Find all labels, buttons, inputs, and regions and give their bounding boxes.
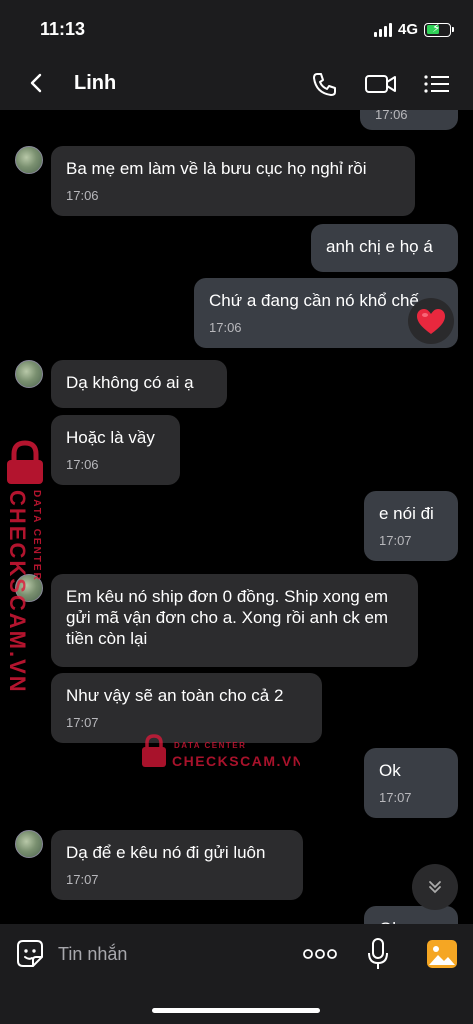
message-time: 17:07 [66, 872, 99, 887]
message-bubble-outgoing[interactable]: 17:06 [360, 110, 458, 130]
scroll-to-bottom-button[interactable] [412, 864, 458, 910]
heart-reaction-icon[interactable] [408, 298, 454, 344]
message-text: Ok [379, 761, 401, 780]
watermark-tagline: DATA CENTER [174, 741, 246, 750]
status-time: 11:13 [40, 19, 86, 39]
message-text: Em kêu nó ship đơn 0 đồng. Ship xong em … [66, 587, 389, 648]
watermark-brand: CHECKSCAM.VN [172, 753, 300, 769]
message-bubble-outgoing[interactable]: e nói đi 17:07 [364, 491, 458, 561]
battery-icon: ⚡ [424, 21, 454, 37]
network-type: 4G [397, 21, 418, 38]
watermark-tagline: DATA CENTER [31, 490, 42, 582]
avatar[interactable] [15, 830, 43, 858]
message-bubble-outgoing[interactable]: anh chị e họ á [311, 224, 458, 272]
message-bubble-incoming[interactable]: Hoặc là vầy 17:06 [51, 415, 180, 485]
image-icon[interactable] [426, 939, 458, 969]
status-bar: 11:13 4G ⚡ [0, 0, 473, 58]
microphone-icon[interactable] [366, 937, 390, 971]
message-bubble-incoming[interactable]: Ba mẹ em làm về là bưu cục họ nghỉ rồi 1… [51, 146, 415, 216]
phone-icon[interactable] [310, 70, 340, 98]
chevron-down-icon [429, 881, 441, 894]
sticker-icon[interactable] [14, 938, 46, 970]
message-text: Dạ không có ai ạ [66, 373, 194, 392]
message-time: 17:06 [66, 188, 99, 203]
back-icon[interactable] [26, 72, 48, 94]
menu-icon[interactable] [422, 70, 452, 98]
message-list[interactable]: 17:06 Ba mẹ em làm về là bưu cục họ nghỉ… [0, 110, 473, 924]
message-bubble-incoming[interactable]: Dạ không có ai ạ [51, 360, 227, 408]
chat-header: Linh [0, 58, 473, 110]
message-time: 17:07 [379, 790, 412, 805]
avatar[interactable] [15, 146, 43, 174]
message-bubble-incoming[interactable]: Dạ để e kêu nó đi gửi luôn 17:07 [51, 830, 303, 900]
composer-bar: Tin nhắn [0, 924, 473, 1024]
contact-name[interactable]: Linh [74, 72, 116, 95]
message-bubble-outgoing[interactable]: Ok [364, 906, 458, 924]
message-text: anh chị e họ á [326, 237, 433, 256]
video-icon[interactable] [364, 70, 398, 98]
more-icon[interactable] [302, 947, 338, 961]
message-text: Như vậy sẽ an toàn cho cả 2 [66, 686, 284, 705]
watermark-center: DATA CENTER CHECKSCAM.VN [140, 734, 303, 774]
message-text: Dạ để e kêu nó đi gửi luôn [66, 843, 266, 862]
message-bubble-incoming[interactable]: Em kêu nó ship đơn 0 đồng. Ship xong em … [51, 574, 418, 667]
message-bubble-incoming[interactable]: Như vậy sẽ an toàn cho cả 2 17:07 [51, 673, 322, 743]
avatar[interactable] [15, 360, 43, 388]
message-text: Hoặc là vầy [66, 428, 155, 447]
signal-icon [373, 22, 392, 37]
message-input[interactable]: Tin nhắn [58, 944, 127, 965]
message-time: 17:06 [66, 457, 99, 472]
message-text: Chứ a đang cần nó khổ chế [209, 291, 419, 310]
message-text: e nói đi [379, 504, 434, 523]
message-time: 17:07 [66, 715, 99, 730]
home-indicator[interactable] [152, 1008, 320, 1013]
message-text: Ba mẹ em làm về là bưu cục họ nghỉ rồi [66, 159, 367, 178]
message-time: 17:06 [375, 110, 408, 122]
watermark-brand: CHECKSCAM.VN [5, 490, 30, 694]
watermark-vertical: CHECKSCAM.VN DATA CENTER [4, 440, 50, 780]
message-time: 17:07 [379, 533, 412, 548]
message-bubble-outgoing[interactable]: Ok 17:07 [364, 748, 458, 818]
